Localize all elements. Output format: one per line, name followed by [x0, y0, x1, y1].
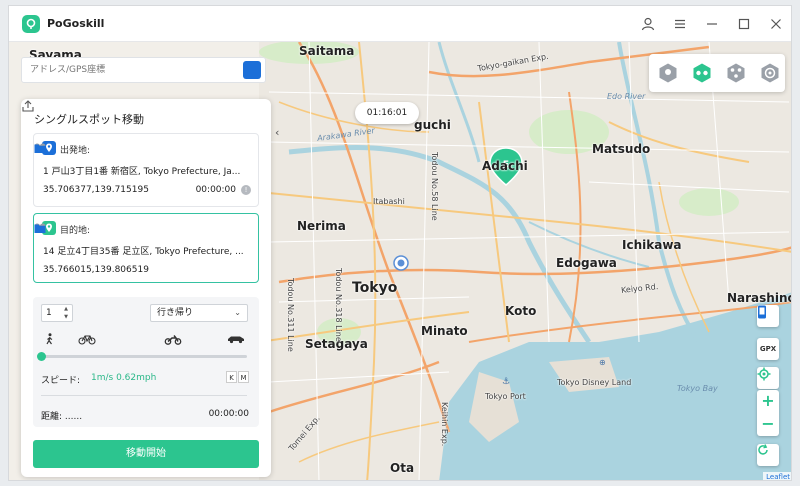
- zoom-out-button[interactable]: −: [757, 413, 779, 436]
- map-label-keihin: Keihin Exp.: [440, 402, 449, 447]
- svg-text:⚓: ⚓: [502, 377, 510, 387]
- unit-mile-button[interactable]: M: [238, 371, 249, 383]
- start-address: 1 戸山3丁目1番 新宿区, Tokyo Prefecture, Ja...: [43, 167, 241, 177]
- speed-slider[interactable]: [37, 352, 247, 361]
- folder-icon[interactable]: [34, 143, 46, 154]
- map-label-edo-river: Edo River: [607, 92, 646, 101]
- menu-icon[interactable]: [673, 17, 687, 31]
- refresh-button[interactable]: [757, 444, 779, 466]
- map-label-tokyo: Tokyo: [352, 280, 398, 296]
- destination-card[interactable]: 目的地: 14 足立4丁目35番 足立区, Tokyo Prefecture, …: [33, 213, 259, 283]
- search-button[interactable]: [22, 58, 261, 79]
- search-box: [21, 57, 266, 83]
- mode-toolbox: [649, 54, 785, 92]
- multi-spot-mode-icon[interactable]: [725, 62, 747, 84]
- app-title: PoGoskill: [47, 17, 105, 30]
- minimize-icon[interactable]: [705, 17, 719, 31]
- gpx-button[interactable]: GPX: [757, 338, 779, 360]
- map-label-tokyo-bay: Tokyo Bay: [677, 384, 718, 393]
- repeat-count-stepper[interactable]: 1 ▲ ▼: [41, 304, 73, 322]
- phone-icon: [758, 305, 766, 319]
- map-label-r58: Todou No.58 Line: [430, 152, 439, 221]
- destination-coords: 35.766015,139.806519: [43, 265, 149, 275]
- phone-device-button[interactable]: [757, 305, 779, 327]
- speed-label: スピード:: [41, 376, 81, 386]
- search-icon: [22, 58, 32, 68]
- map-label-minato: Minato: [421, 324, 468, 338]
- motorbike-icon[interactable]: [164, 333, 182, 345]
- svg-text:⊕: ⊕: [599, 358, 606, 367]
- map-label-itabashi: Itabashi: [373, 197, 405, 206]
- app-logo-icon: [22, 14, 40, 33]
- distance-time: 00:00:00: [208, 409, 249, 419]
- speed-value: 1m/s 0.62mph: [91, 373, 157, 383]
- car-icon[interactable]: [227, 333, 245, 345]
- stepper-arrows-icon[interactable]: ▲ ▼: [61, 305, 71, 321]
- divider: [41, 395, 247, 396]
- locate-button[interactable]: [757, 367, 779, 389]
- start-time: 00:00:00: [195, 185, 236, 195]
- teleport-mode-icon[interactable]: [657, 62, 679, 84]
- share-icon[interactable]: [21, 99, 35, 113]
- repeat-count-value: 1: [46, 308, 52, 318]
- start-point-card[interactable]: 出発地: 1 戸山3丁目1番 新宿区, Tokyo Prefecture, Ja…: [33, 133, 259, 207]
- start-move-button[interactable]: 移動開始: [33, 440, 259, 468]
- walk-icon[interactable]: [41, 333, 59, 345]
- map-label-nerima: Nerima: [297, 219, 346, 233]
- map-label-tokyo-port: Tokyo Port: [485, 392, 526, 401]
- panel-title: シングルスポット移動: [34, 113, 144, 126]
- close-icon[interactable]: [769, 17, 783, 31]
- start-coords: 35.706377,139.715195: [43, 185, 149, 195]
- map-label-koto: Koto: [505, 304, 537, 318]
- map-label-adachi: Adachi: [482, 159, 528, 173]
- refresh-icon: [758, 444, 768, 455]
- unit-toggle: K M: [226, 371, 249, 383]
- folder-icon[interactable]: [34, 223, 46, 234]
- map-label-tokyo-disney: Tokyo Disney Land: [557, 378, 632, 387]
- zoom-control: + −: [757, 390, 779, 436]
- map-label-ichikawa: Ichikawa: [622, 238, 682, 252]
- single-spot-panel: シングルスポット移動 出発地: 1 戸山3丁目1番 新宿区, Tokyo Pre…: [21, 99, 271, 477]
- travel-mode-row: [41, 333, 251, 347]
- speed-slider-handle[interactable]: [37, 352, 46, 361]
- movement-settings: 1 ▲ ▼ 行き帰り ⌄ スピード: 1m/s 0.62mph K M 距離: …: [33, 297, 259, 427]
- route-mode-value: 行き帰り: [157, 308, 194, 318]
- app-window: PoGoskill E ⚓ ⊕ Sayama Saitama guchi Ada…: [8, 5, 792, 481]
- two-spot-mode-icon[interactable]: [691, 62, 713, 84]
- search-input[interactable]: [22, 59, 243, 81]
- start-label: 出発地:: [60, 146, 91, 156]
- gpx-label: GPX: [759, 345, 777, 353]
- map-label-guchi: guchi: [414, 118, 451, 132]
- destination-address: 14 足立4丁目35番 足立区, Tokyo Prefecture, ...: [43, 247, 244, 257]
- chevron-down-icon: ⌄: [234, 308, 241, 317]
- map-label-r311: Todou No.311 Line: [286, 278, 295, 352]
- info-icon[interactable]: !: [241, 185, 251, 195]
- map-label-ota: Ota: [390, 461, 415, 475]
- map-label-edogawa: Edogawa: [556, 256, 617, 270]
- cooldown-timer: 01:16:01: [355, 102, 419, 124]
- collapse-panel-icon[interactable]: ‹: [275, 126, 279, 139]
- maximize-icon[interactable]: [737, 17, 751, 31]
- map-view[interactable]: E ⚓ ⊕ Sayama Saitama guchi Adachi Matsud…: [9, 42, 792, 480]
- destination-label: 目的地:: [60, 226, 91, 236]
- leaflet-attribution[interactable]: Leaflet: [763, 472, 791, 480]
- unit-km-button[interactable]: K: [226, 371, 237, 383]
- title-bar: PoGoskill: [9, 6, 791, 42]
- zoom-in-button[interactable]: +: [757, 390, 779, 413]
- locate-icon: [757, 367, 771, 381]
- map-label-r318: Todou No.318 Line: [334, 268, 343, 342]
- account-icon[interactable]: [641, 17, 655, 31]
- map-label-saitama: Saitama: [299, 44, 355, 58]
- route-mode-select[interactable]: 行き帰り ⌄: [150, 304, 248, 322]
- map-label-narashino: Narashino: [727, 291, 792, 305]
- joystick-mode-icon[interactable]: [759, 62, 781, 84]
- distance-label: 距離: ......: [41, 412, 83, 422]
- bicycle-icon[interactable]: [78, 333, 96, 345]
- map-label-matsudo: Matsudo: [592, 142, 651, 156]
